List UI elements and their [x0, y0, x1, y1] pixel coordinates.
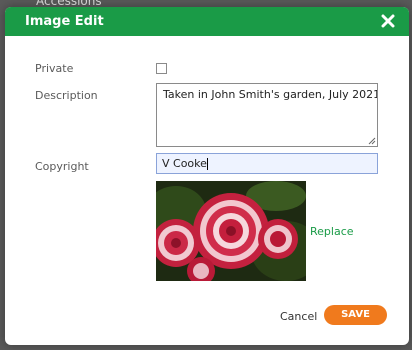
cancel-button[interactable]: Cancel — [280, 310, 317, 323]
dialog-title: Image Edit — [25, 14, 104, 29]
replace-image-link[interactable]: Replace — [310, 225, 354, 238]
image-edit-dialog: Image Edit Private Description Taken in … — [5, 7, 409, 345]
description-value: Taken in John Smith's garden, July 2021 — [163, 88, 378, 101]
copyright-label: Copyright — [35, 160, 89, 173]
text-caret — [206, 158, 208, 170]
save-button[interactable]: SAVE — [324, 305, 387, 325]
copyright-input[interactable]: V Cooke — [156, 153, 378, 174]
private-checkbox[interactable] — [156, 63, 167, 74]
description-label: Description — [35, 89, 98, 102]
private-label: Private — [35, 62, 74, 75]
close-icon[interactable] — [379, 12, 397, 30]
description-textarea[interactable]: Taken in John Smith's garden, July 2021 — [156, 83, 378, 147]
image-preview[interactable] — [156, 181, 306, 281]
resize-handle-icon[interactable] — [368, 137, 376, 145]
dialog-titlebar: Image Edit — [5, 7, 409, 36]
copyright-value: V Cooke — [162, 157, 207, 170]
